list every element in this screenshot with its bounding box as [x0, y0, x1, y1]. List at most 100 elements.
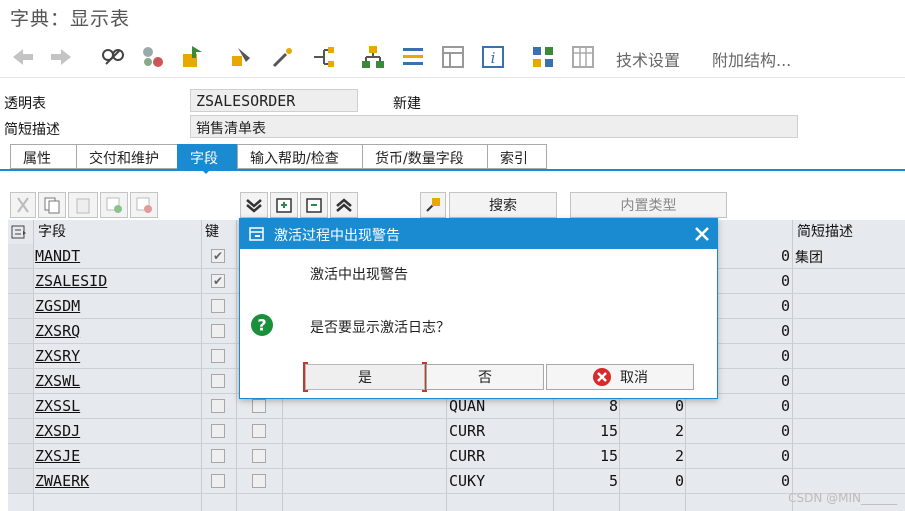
- field-name-cell[interactable]: MANDT: [35, 247, 80, 265]
- no-button[interactable]: 否: [426, 364, 544, 390]
- builtin-type-button[interactable]: 内置类型: [570, 192, 727, 218]
- tab-delivery-maintenance[interactable]: 交付和维护: [76, 144, 177, 169]
- key-checkbox[interactable]: [211, 449, 225, 463]
- row-divider: [8, 418, 905, 419]
- key-checkbox[interactable]: [211, 424, 225, 438]
- row-selector[interactable]: [8, 294, 34, 318]
- header-key: 键: [205, 224, 219, 240]
- copy-row-icon[interactable]: [38, 192, 66, 218]
- tech-settings-button[interactable]: 技术设置: [616, 47, 680, 71]
- delete-row-icon[interactable]: [130, 192, 158, 218]
- initial-values-checkbox[interactable]: [252, 424, 266, 438]
- display-change-icon[interactable]: [100, 44, 126, 70]
- key-checkbox[interactable]: [211, 324, 225, 338]
- row-selector[interactable]: [8, 469, 34, 493]
- application-toolbar: i 技术设置 附加结构...: [0, 36, 905, 78]
- activate-icon[interactable]: [180, 44, 206, 70]
- field-name-cell[interactable]: ZSALESID: [35, 272, 107, 290]
- coordinate-cell[interactable]: 0: [688, 472, 790, 490]
- coordinate-cell[interactable]: 0: [688, 447, 790, 465]
- dialog-question: 是否要显示激活日志？: [310, 320, 450, 336]
- back-arrow-icon[interactable]: [10, 44, 36, 70]
- collapse-up-icon[interactable]: [330, 192, 358, 218]
- activation-warning-dialog: 激活过程中出现警告 激活中出现警告 ? 是否要显示激活日志？ 是 否 取消: [239, 218, 718, 399]
- field-name-cell[interactable]: ZGSDM: [35, 297, 80, 315]
- info-icon[interactable]: i: [480, 44, 506, 70]
- field-name-cell[interactable]: ZXSSL: [35, 397, 80, 415]
- tab-currency-quantity[interactable]: 货币/数量字段: [362, 144, 487, 169]
- data-type-cell[interactable]: CURR: [449, 447, 485, 465]
- cancel-button-label: 取消: [620, 370, 648, 386]
- length-cell[interactable]: 15: [556, 447, 618, 465]
- predefined-type-icon[interactable]: [300, 192, 328, 218]
- forward-arrow-icon[interactable]: [48, 44, 74, 70]
- row-selector[interactable]: [8, 444, 34, 468]
- row-selector[interactable]: [8, 394, 34, 418]
- coordinate-cell[interactable]: 0: [688, 422, 790, 440]
- coordinate-cell[interactable]: 0: [688, 397, 790, 415]
- transparent-table-label: 透明表: [4, 96, 46, 112]
- hierarchy-icon[interactable]: [360, 44, 386, 70]
- expand-down-icon[interactable]: [240, 192, 268, 218]
- decimals-cell[interactable]: 2: [622, 447, 684, 465]
- tab-indexes[interactable]: 索引: [487, 144, 547, 169]
- search-help-icon[interactable]: [420, 192, 446, 218]
- key-checkbox[interactable]: [211, 399, 225, 413]
- key-checkbox[interactable]: [211, 349, 225, 363]
- key-checkbox[interactable]: ✔: [211, 274, 225, 288]
- cancel-icon: [592, 367, 612, 387]
- key-checkbox[interactable]: [211, 474, 225, 488]
- yes-button[interactable]: 是: [305, 364, 425, 390]
- field-name-cell[interactable]: ZXSWL: [35, 372, 80, 390]
- short-desc-field[interactable]: 销售清单表: [190, 115, 798, 138]
- decimals-cell[interactable]: 0: [622, 472, 684, 490]
- data-element-icon[interactable]: [270, 192, 298, 218]
- cut-row-icon[interactable]: [10, 192, 36, 218]
- other-object-icon[interactable]: [140, 44, 166, 70]
- row-selector[interactable]: [8, 319, 34, 343]
- row-divider: [8, 493, 905, 494]
- object-list-icon[interactable]: [400, 44, 426, 70]
- key-checkbox[interactable]: ✔: [211, 249, 225, 263]
- decimals-cell[interactable]: 2: [622, 422, 684, 440]
- close-icon[interactable]: [692, 224, 712, 244]
- navigation-window-icon[interactable]: [440, 44, 466, 70]
- layout-icon[interactable]: [530, 44, 556, 70]
- where-used-icon[interactable]: [310, 44, 336, 70]
- tab-fields[interactable]: 字段: [177, 144, 237, 169]
- tab-attributes[interactable]: 属性: [10, 144, 76, 169]
- grid-icon[interactable]: [570, 44, 596, 70]
- initial-values-checkbox[interactable]: [252, 399, 266, 413]
- key-checkbox[interactable]: [211, 374, 225, 388]
- key-checkbox[interactable]: [211, 299, 225, 313]
- data-type-cell[interactable]: QUAN: [449, 397, 485, 415]
- field-name-cell[interactable]: ZXSRQ: [35, 322, 80, 340]
- row-selector[interactable]: [8, 344, 34, 368]
- field-name-cell[interactable]: ZWAERK: [35, 472, 89, 490]
- table-name-field[interactable]: ZSALESORDER: [190, 89, 358, 112]
- data-type-cell[interactable]: CUKY: [449, 472, 485, 490]
- decimals-cell[interactable]: 0: [622, 397, 684, 415]
- check-icon[interactable]: [228, 44, 254, 70]
- magic-wand-icon[interactable]: [270, 44, 296, 70]
- field-name-cell[interactable]: ZXSJE: [35, 447, 80, 465]
- search-button[interactable]: 搜索: [449, 192, 557, 218]
- paste-row-icon[interactable]: [68, 192, 98, 218]
- data-type-cell[interactable]: CURR: [449, 422, 485, 440]
- initial-values-checkbox[interactable]: [252, 474, 266, 488]
- row-selector[interactable]: [8, 244, 34, 268]
- cancel-button[interactable]: 取消: [546, 364, 694, 390]
- initial-values-checkbox[interactable]: [252, 449, 266, 463]
- tab-input-help-check[interactable]: 输入帮助/检查: [237, 144, 362, 169]
- length-cell[interactable]: 15: [556, 422, 618, 440]
- append-structure-button[interactable]: 附加结构...: [712, 47, 791, 71]
- row-selector[interactable]: [8, 269, 34, 293]
- field-name-cell[interactable]: ZXSRY: [35, 347, 80, 365]
- field-name-cell[interactable]: ZXSDJ: [35, 422, 80, 440]
- length-cell[interactable]: 8: [556, 397, 618, 415]
- row-selector[interactable]: [8, 369, 34, 393]
- length-cell[interactable]: 5: [556, 472, 618, 490]
- insert-row-icon[interactable]: [100, 192, 128, 218]
- column-settings-icon[interactable]: [11, 225, 27, 243]
- row-selector[interactable]: [8, 419, 34, 443]
